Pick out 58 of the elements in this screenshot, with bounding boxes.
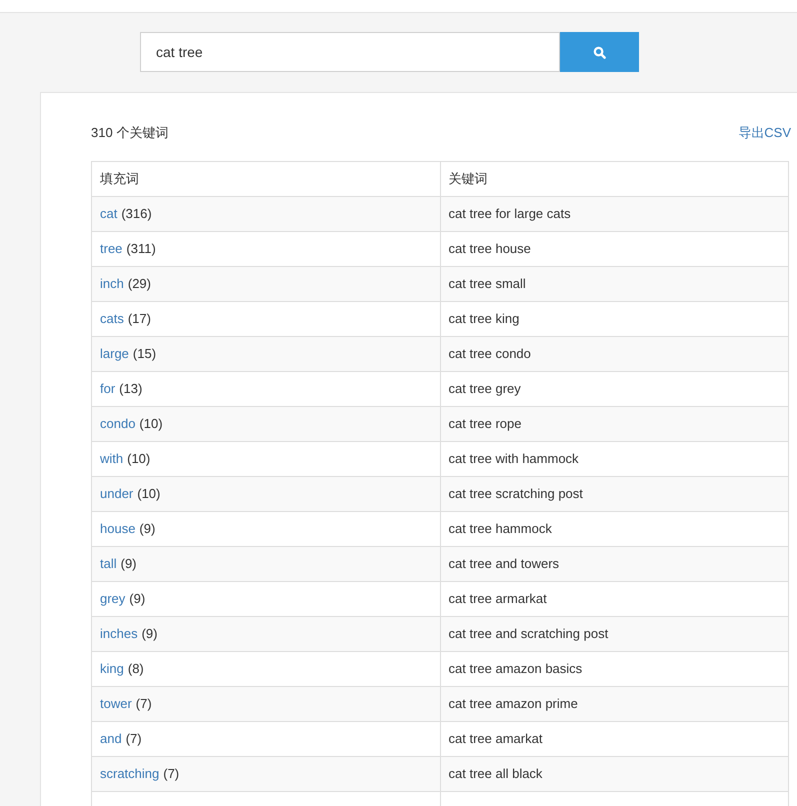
filler-count: (9) xyxy=(120,555,137,574)
filler-count: (29) xyxy=(128,275,151,294)
keyword-cell-text: cat tree with hammock xyxy=(448,450,579,468)
filler-word-link[interactable]: cat xyxy=(100,204,118,224)
filler-count: (9) xyxy=(139,520,156,538)
filler-word-link[interactable]: inch xyxy=(100,274,124,294)
filler-count: (8) xyxy=(128,660,144,678)
filler-count: (10) xyxy=(139,415,163,434)
keyword-cell-text: cat tree amazon basics xyxy=(448,660,582,678)
filler-word-link[interactable]: and xyxy=(100,729,122,749)
filler-word-link[interactable]: for xyxy=(100,379,116,399)
keyword-cell-text: cat tree amarkat xyxy=(448,730,542,748)
filler-count: (9) xyxy=(129,590,146,608)
filler-word-link[interactable]: tree xyxy=(100,239,122,259)
keyword-cell-text: cat tree armarkat xyxy=(448,590,547,608)
filler-count: (13) xyxy=(119,380,142,398)
keyword-cell-text: cat tree amazon prime xyxy=(448,695,578,714)
filler-word-link[interactable]: with xyxy=(100,449,124,469)
export-csv-link[interactable]: 导出CSV xyxy=(738,123,791,143)
filler-word-link[interactable]: inches xyxy=(100,624,138,644)
column-header: 关键词 xyxy=(448,170,488,188)
keyword-cell-text: cat tree house xyxy=(448,240,531,258)
keyword-cell-text: cat tree grey xyxy=(448,380,521,398)
filler-word-link[interactable]: under xyxy=(100,484,134,504)
filler-count: (10) xyxy=(137,485,160,504)
keyword-cell-text: cat tree hammock xyxy=(448,520,552,538)
filler-word-link[interactable]: king xyxy=(100,659,124,679)
keyword-cell-text: cat tree rope xyxy=(448,415,522,434)
keyword-cell-text: cat tree scratching post xyxy=(448,485,583,504)
keyword-cell-text: cat tree for large cats xyxy=(448,205,571,224)
search-field[interactable]: cat tree xyxy=(140,32,560,72)
filler-word-link[interactable]: large xyxy=(100,344,129,364)
keyword-cell-text: cat tree king xyxy=(448,310,520,328)
keyword-count: 310 个关键词 xyxy=(91,124,168,142)
filler-count: (311) xyxy=(126,240,156,258)
filler-word-link[interactable]: tower xyxy=(100,694,132,714)
filler-word-link[interactable]: grey xyxy=(100,589,126,609)
keyword-cell-text: cat tree small xyxy=(448,275,526,294)
filler-word-link[interactable]: scratching xyxy=(100,764,160,784)
keyword-cell-text: cat tree and towers xyxy=(448,555,560,574)
search-button[interactable] xyxy=(560,32,639,72)
filler-count: (9) xyxy=(142,625,158,644)
filler-count: (17) xyxy=(128,310,151,328)
filler-count: (15) xyxy=(132,345,156,364)
filler-count: (7) xyxy=(126,730,142,748)
search-icon xyxy=(593,46,606,58)
keyword-cell-text: cat tree condo xyxy=(448,345,531,364)
keyword-cell-text: cat tree and scratching post xyxy=(448,625,608,644)
keyword-cell-text: cat tree all black xyxy=(448,765,542,784)
filler-count: (316) xyxy=(121,205,152,224)
filler-word-link[interactable]: cats xyxy=(100,309,124,329)
column-header: 填充词 xyxy=(100,170,139,188)
filler-count: (7) xyxy=(136,695,152,714)
filler-word-link[interactable]: house xyxy=(100,519,136,539)
filler-count: (7) xyxy=(163,765,180,784)
filler-word-link[interactable]: condo xyxy=(100,414,136,434)
filler-count: (10) xyxy=(127,450,150,468)
filler-word-link[interactable]: tall xyxy=(100,554,117,574)
